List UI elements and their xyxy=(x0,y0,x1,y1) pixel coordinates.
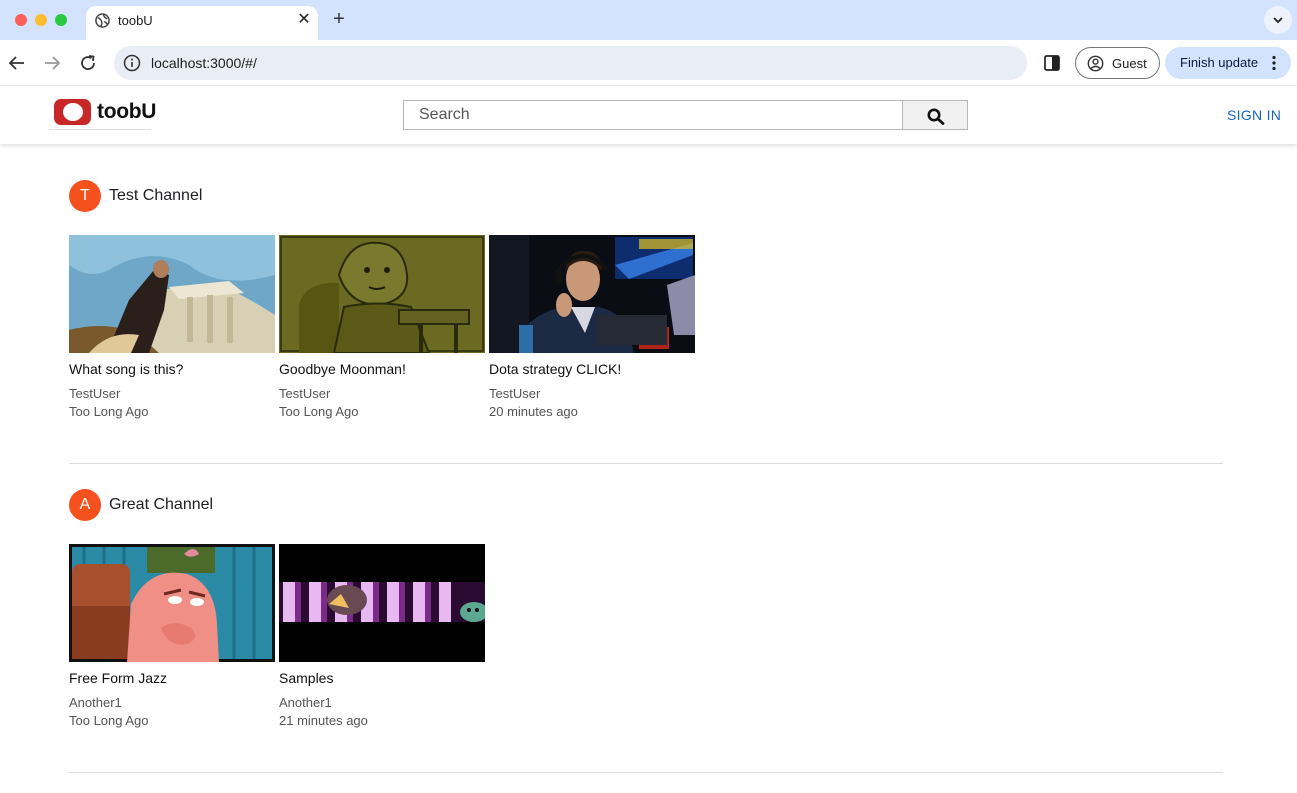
video-thumbnail[interactable] xyxy=(489,235,695,353)
video-timestamp: 21 minutes ago xyxy=(279,713,368,728)
channel-section: A Great Channel Free Form Jazz Another1 … xyxy=(69,487,1223,728)
forward-arrow-icon[interactable] xyxy=(40,51,64,75)
finish-update-label: Finish update xyxy=(1180,55,1259,70)
video-card[interactable]: Dota strategy CLICK! TestUser 20 minutes… xyxy=(489,235,695,419)
finish-update-button[interactable]: Finish update xyxy=(1165,47,1291,79)
sign-in-link[interactable]: SIGN IN xyxy=(1227,107,1281,123)
kebab-menu-icon[interactable] xyxy=(1271,55,1277,71)
video-title[interactable]: Free Form Jazz xyxy=(69,670,167,686)
profile-button[interactable]: Guest xyxy=(1075,47,1160,79)
video-thumbnail[interactable] xyxy=(69,235,275,353)
logo-text: toobU xyxy=(97,100,157,123)
reload-icon[interactable] xyxy=(76,51,100,75)
video-timestamp: Too Long Ago xyxy=(69,404,149,419)
browser-tab[interactable]: toobU ✕ xyxy=(86,6,318,40)
app-header: toobU SIGN IN xyxy=(0,87,1297,144)
info-icon[interactable] xyxy=(123,54,141,72)
app-logo[interactable]: toobU xyxy=(49,96,156,130)
video-timestamp: 20 minutes ago xyxy=(489,404,578,419)
channel-name[interactable]: Great Channel xyxy=(109,496,213,514)
new-tab-button[interactable]: + xyxy=(328,8,350,30)
account-circle-icon xyxy=(1087,55,1104,72)
channel-avatar[interactable]: A xyxy=(69,489,101,521)
tab-close-button[interactable]: ✕ xyxy=(294,10,314,30)
video-timestamp: Too Long Ago xyxy=(279,404,359,419)
video-thumbnail[interactable] xyxy=(69,544,275,662)
video-timestamp: Too Long Ago xyxy=(69,713,149,728)
window-close-button[interactable] xyxy=(15,14,27,26)
channel-name[interactable]: Test Channel xyxy=(109,187,202,205)
side-panel-icon[interactable] xyxy=(1043,54,1061,72)
address-bar[interactable]: localhost:3000/#/ xyxy=(114,46,1027,80)
search-button[interactable] xyxy=(902,100,968,130)
address-url[interactable]: localhost:3000/#/ xyxy=(151,55,257,71)
video-uploader[interactable]: Another1 xyxy=(279,695,332,710)
video-uploader[interactable]: TestUser xyxy=(489,386,540,401)
logo-mark-icon xyxy=(54,99,91,125)
video-uploader[interactable]: Another1 xyxy=(69,695,122,710)
video-card[interactable]: Free Form Jazz Another1 Too Long Ago xyxy=(69,544,275,728)
video-thumbnail[interactable] xyxy=(279,235,485,353)
tab-search-button[interactable] xyxy=(1264,6,1292,34)
video-title[interactable]: What song is this? xyxy=(69,361,183,377)
profile-label: Guest xyxy=(1112,56,1147,71)
channel-section: T Test Channel What song is this? TestUs… xyxy=(69,178,1223,419)
search-input[interactable] xyxy=(403,100,903,130)
tab-title: toobU xyxy=(118,13,153,28)
globe-icon xyxy=(95,13,110,28)
video-uploader[interactable]: TestUser xyxy=(279,386,330,401)
video-card[interactable]: Goodbye Moonman! TestUser Too Long Ago xyxy=(279,235,485,419)
chevron-down-icon xyxy=(1273,17,1283,24)
browser-tab-bar: toobU ✕ + xyxy=(0,0,1297,40)
video-card[interactable]: What song is this? TestUser Too Long Ago xyxy=(69,235,275,419)
video-title[interactable]: Dota strategy CLICK! xyxy=(489,361,621,377)
window-zoom-button[interactable] xyxy=(55,14,67,26)
video-title[interactable]: Samples xyxy=(279,670,333,686)
video-uploader[interactable]: TestUser xyxy=(69,386,120,401)
section-divider xyxy=(69,772,1223,773)
search-icon xyxy=(927,108,945,125)
section-divider xyxy=(69,463,1223,464)
channel-avatar[interactable]: T xyxy=(69,180,101,212)
video-thumbnail[interactable] xyxy=(279,544,485,662)
back-arrow-icon[interactable] xyxy=(5,51,29,75)
window-minimize-button[interactable] xyxy=(35,14,47,26)
video-card[interactable]: Samples Another1 21 minutes ago xyxy=(279,544,485,728)
browser-toolbar: localhost:3000/#/ Guest Finish update xyxy=(0,40,1297,86)
video-title[interactable]: Goodbye Moonman! xyxy=(279,361,406,377)
